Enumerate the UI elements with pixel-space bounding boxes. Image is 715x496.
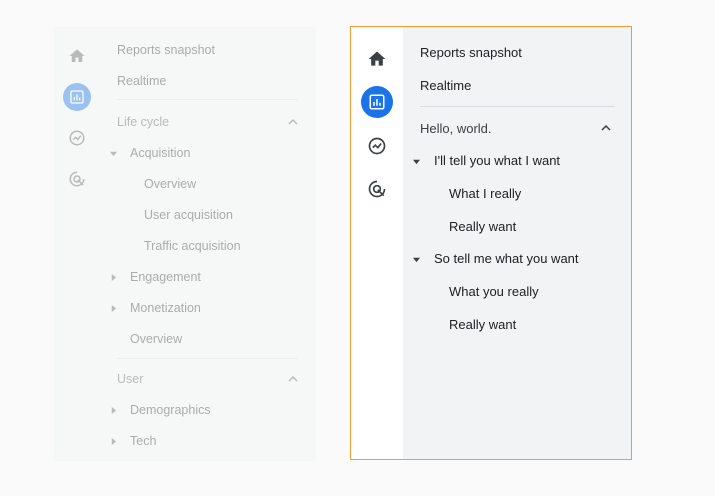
nav-group-so-tell-me[interactable]: So tell me what you want xyxy=(434,251,579,266)
nav-rail xyxy=(351,27,404,459)
nav-item-reports-snapshot[interactable]: Reports snapshot xyxy=(117,43,215,57)
nav-group-demographics[interactable]: Demographics xyxy=(130,403,211,417)
divider xyxy=(420,106,615,107)
nav-item-traffic-acquisition[interactable]: Traffic acquisition xyxy=(144,239,241,253)
divider xyxy=(117,99,298,100)
reports-icon[interactable] xyxy=(63,83,91,111)
caret-down-icon[interactable] xyxy=(412,157,420,165)
nav-group-ill-tell-you[interactable]: I'll tell you what I want xyxy=(434,153,560,168)
nav-item-realtime[interactable]: Realtime xyxy=(117,74,166,88)
caret-right-icon[interactable] xyxy=(109,273,117,281)
nav-group-engagement[interactable]: Engagement xyxy=(130,270,201,284)
home-icon[interactable] xyxy=(361,43,393,75)
section-title-life-cycle[interactable]: Life cycle xyxy=(117,115,169,129)
advertising-icon[interactable] xyxy=(361,173,393,205)
nav-item-overview[interactable]: Overview xyxy=(130,332,182,346)
caret-down-icon[interactable] xyxy=(109,149,117,157)
nav-item-really-want[interactable]: Really want xyxy=(449,317,516,332)
customized-sidebar: Reports snapshot Realtime Hello, world. … xyxy=(350,26,632,460)
nav-group-monetization[interactable]: Monetization xyxy=(130,301,201,315)
nav-group-tech[interactable]: Tech xyxy=(130,434,156,448)
faded-sidebar: Reports snapshot Realtime Life cycle Acq… xyxy=(54,27,316,461)
nav-item-user-acquisition[interactable]: User acquisition xyxy=(144,208,233,222)
chevron-up-icon[interactable] xyxy=(287,116,299,128)
nav-item-overview[interactable]: Overview xyxy=(144,177,196,191)
caret-right-icon[interactable] xyxy=(109,437,117,445)
caret-right-icon[interactable] xyxy=(109,304,117,312)
chevron-up-icon[interactable] xyxy=(287,373,299,385)
nav-panel: Reports snapshot Realtime Hello, world. … xyxy=(403,27,631,459)
nav-rail xyxy=(54,27,100,461)
nav-item-realtime[interactable]: Realtime xyxy=(420,78,471,93)
nav-item-reports-snapshot[interactable]: Reports snapshot xyxy=(420,45,522,60)
nav-item-really-want[interactable]: Really want xyxy=(449,219,516,234)
section-title-hello-world[interactable]: Hello, world. xyxy=(420,121,492,136)
advertising-icon[interactable] xyxy=(63,165,91,193)
nav-group-acquisition[interactable]: Acquisition xyxy=(130,146,190,160)
explore-icon[interactable] xyxy=(63,124,91,152)
reports-icon[interactable] xyxy=(361,86,393,118)
caret-right-icon[interactable] xyxy=(109,406,117,414)
section-title-user[interactable]: User xyxy=(117,372,143,386)
caret-down-icon[interactable] xyxy=(412,255,420,263)
nav-item-what-i-really[interactable]: What I really xyxy=(449,186,521,201)
nav-panel: Reports snapshot Realtime Life cycle Acq… xyxy=(100,27,316,461)
nav-item-what-you-really[interactable]: What you really xyxy=(449,284,539,299)
divider xyxy=(117,358,298,359)
chevron-up-icon[interactable] xyxy=(600,122,612,134)
explore-icon[interactable] xyxy=(361,130,393,162)
home-icon[interactable] xyxy=(63,42,91,70)
